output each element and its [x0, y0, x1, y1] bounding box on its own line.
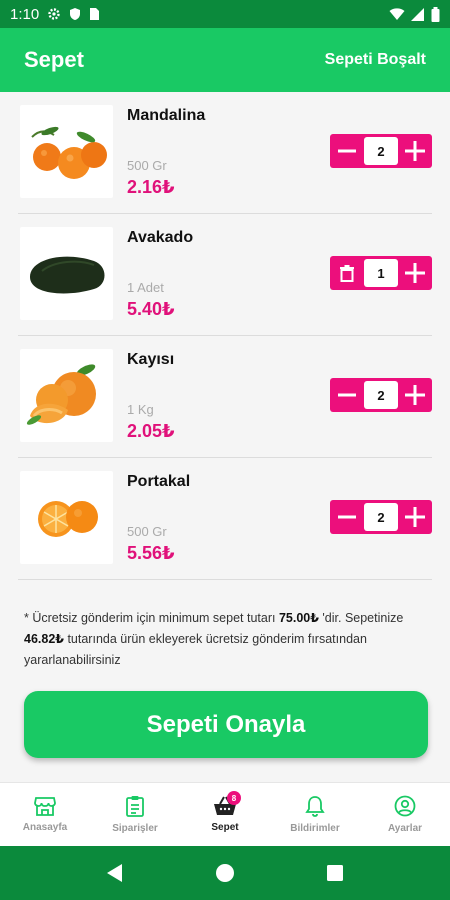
plus-icon [405, 385, 425, 405]
notice-suffix: tutarında ürün ekleyerek ücretsiz gönder… [24, 632, 367, 667]
notice-min-amount: 75.00₺ [278, 611, 319, 625]
product-image [20, 471, 113, 564]
product-unit: 500 Gr [127, 158, 167, 173]
remove-button[interactable] [330, 256, 364, 290]
trash-icon [340, 264, 354, 282]
notice-middle: 'dir. Sepetinize [318, 611, 404, 625]
battery-icon [431, 6, 440, 22]
confirm-cart-button[interactable]: Sepeti Onayla [24, 691, 428, 758]
nav-item-orders[interactable]: Siparişler [90, 783, 180, 846]
clear-cart-button[interactable]: Sepeti Boşalt [325, 51, 426, 69]
product-image [20, 349, 113, 442]
app-bar: Sepet Sepeti Boşalt [0, 28, 450, 92]
user-circle-icon [394, 795, 416, 817]
bottom-nav: Anasayfa Siparişler 8 Sepet Bildirimler … [0, 782, 450, 846]
plus-icon [405, 141, 425, 161]
system-nav-bar [0, 846, 450, 900]
bell-icon [305, 796, 325, 817]
increment-button[interactable] [398, 134, 432, 168]
product-price: 2.05₺ [127, 421, 175, 441]
nav-label: Ayarlar [387, 823, 423, 834]
notice-remaining-amount: 46.82₺ [24, 632, 64, 646]
minus-icon [338, 149, 356, 153]
quantity-value[interactable]: 2 [364, 137, 398, 165]
nav-label: Bildirimler [290, 823, 340, 834]
decrement-button[interactable] [330, 134, 364, 168]
nav-label: Sepet [211, 822, 239, 833]
product-price: 2.16₺ [127, 177, 175, 197]
nav-item-home[interactable]: Anasayfa [0, 783, 90, 846]
quantity-value[interactable]: 2 [364, 381, 398, 409]
plus-icon [405, 507, 425, 527]
decrement-button[interactable] [330, 500, 364, 534]
nav-item-cart[interactable]: 8 Sepet [180, 783, 270, 846]
product-unit: 500 Gr [127, 524, 167, 539]
avocado-image [29, 256, 104, 293]
quantity-stepper: 1 [330, 256, 432, 290]
quantity-value[interactable]: 2 [364, 503, 398, 531]
cart-item: Avakado 1 Adet 5.40₺ 1 [18, 214, 432, 336]
apricots-image [26, 363, 96, 425]
status-bar: 1:10 [0, 0, 450, 28]
product-price: 5.56₺ [127, 543, 175, 563]
plus-icon [405, 263, 425, 283]
increment-button[interactable] [398, 378, 432, 412]
nav-item-settings[interactable]: Ayarlar [360, 783, 450, 846]
quantity-stepper: 2 [330, 378, 432, 412]
product-image [20, 227, 113, 320]
quantity-stepper: 2 [330, 500, 432, 534]
product-image [20, 105, 113, 198]
product-unit: 1 Adet [127, 280, 164, 295]
shield-icon [70, 8, 81, 20]
increment-button[interactable] [398, 256, 432, 290]
nav-item-notifications[interactable]: Bildirimler [270, 783, 360, 846]
product-name: Avakado [127, 229, 194, 246]
store-icon [34, 797, 56, 816]
product-name: Kayısı [127, 351, 175, 368]
product-price: 5.40₺ [127, 299, 175, 319]
quantity-value[interactable]: 1 [364, 259, 398, 287]
wifi-icon [389, 7, 405, 20]
quantity-stepper: 2 [330, 134, 432, 168]
product-unit: 1 Kg [127, 402, 154, 417]
minus-icon [338, 515, 356, 519]
signal-icon [411, 7, 424, 21]
clipboard-icon [126, 796, 144, 817]
free-shipping-notice: * Ücretsiz gönderim için minimum sepet t… [24, 608, 424, 671]
status-time: 1:10 [10, 5, 40, 23]
tangerines-image [30, 126, 107, 179]
increment-button[interactable] [398, 500, 432, 534]
notice-prefix: * Ücretsiz gönderim için minimum sepet t… [24, 611, 279, 625]
product-name: Portakal [127, 473, 191, 490]
cart-item: Mandalina 500 Gr 2.16₺ 2 [18, 92, 432, 214]
minus-icon [338, 393, 356, 397]
page-title: Sepet [24, 47, 84, 72]
home-icon[interactable] [215, 863, 235, 883]
decrement-button[interactable] [330, 378, 364, 412]
cart-badge: 8 [227, 791, 241, 805]
back-icon[interactable] [106, 863, 124, 883]
cart-item: Portakal 500 Gr 5.56₺ 2 [18, 458, 432, 580]
settings-icon [48, 8, 60, 20]
oranges-image [37, 500, 98, 537]
nav-label: Siparişler [112, 823, 158, 834]
cart-list: Mandalina 500 Gr 2.16₺ 2 Avakado 1 Adet … [18, 92, 432, 580]
product-name: Mandalina [127, 107, 206, 124]
sim-card-icon [90, 8, 100, 20]
recents-icon[interactable] [326, 864, 344, 882]
cart-item: Kayısı 1 Kg 2.05₺ 2 [18, 336, 432, 458]
nav-label: Anasayfa [22, 822, 68, 833]
